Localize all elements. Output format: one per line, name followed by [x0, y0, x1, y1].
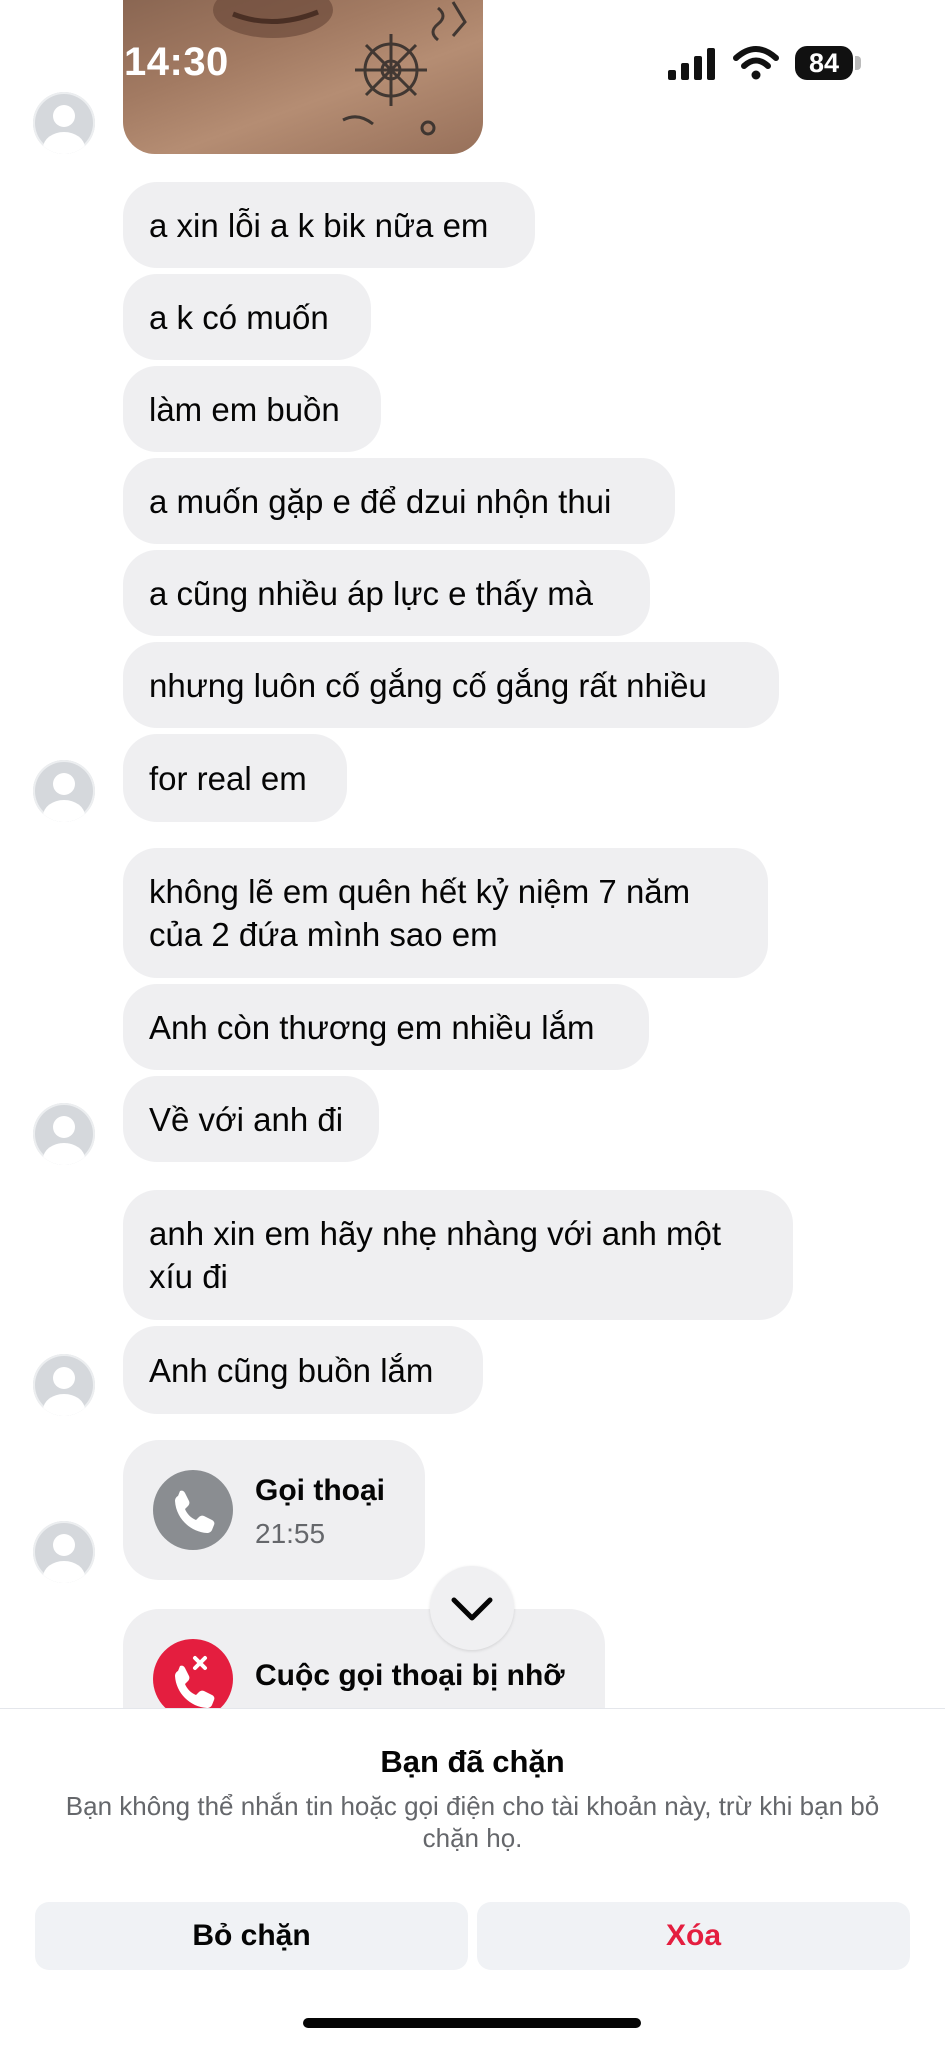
- delete-button[interactable]: Xóa: [477, 1902, 910, 1970]
- avatar[interactable]: [33, 1103, 95, 1165]
- message-bubble[interactable]: nhưng luôn cố gắng cố gắng rất nhiều: [123, 642, 779, 728]
- home-indicator[interactable]: [303, 2018, 641, 2028]
- default-avatar-icon: [43, 1116, 85, 1165]
- message-bubble[interactable]: Về với anh đi: [123, 1076, 379, 1162]
- signal-icon: [668, 48, 715, 80]
- scroll-down-button[interactable]: [430, 1566, 514, 1650]
- message-bubble[interactable]: a xin lỗi a k bik nữa em: [123, 182, 535, 268]
- battery-cap: [855, 56, 861, 70]
- message-bubble[interactable]: Anh cũng buồn lắm: [123, 1326, 483, 1414]
- blocked-title: Bạn đã chặn: [380, 1744, 565, 1779]
- blocked-description: Bạn không thể nhắn tin hoặc gọi điện cho…: [65, 1791, 880, 1853]
- avatar[interactable]: [33, 92, 95, 154]
- message-bubble[interactable]: a muốn gặp e để dzui nhộn thui: [123, 458, 675, 544]
- call-time: 21:55: [255, 1518, 326, 1549]
- default-avatar-icon: [43, 105, 85, 154]
- avatar[interactable]: [33, 1521, 95, 1583]
- default-avatar-icon: [43, 773, 85, 822]
- missed-call-title: Cuộc gọi thoại bị nhỡ: [255, 1659, 565, 1692]
- battery-indicator: 84: [795, 46, 853, 80]
- avatar[interactable]: [33, 1354, 95, 1416]
- call-title: Gọi thoại: [255, 1474, 385, 1507]
- unblock-button[interactable]: Bỏ chặn: [35, 1902, 468, 1970]
- missed-call-icon: [153, 1639, 233, 1719]
- message-bubble[interactable]: làm em buồn: [123, 366, 381, 452]
- message-bubble[interactable]: a cũng nhiều áp lực e thấy mà: [123, 550, 650, 636]
- avatar[interactable]: [33, 760, 95, 822]
- message-bubble[interactable]: Anh còn thương em nhiều lắm: [123, 984, 649, 1070]
- phone-icon: [153, 1470, 233, 1550]
- message-bubble[interactable]: a k có muốn: [123, 274, 371, 360]
- message-bubble[interactable]: không lẽ em quên hết kỷ niệm 7 năm của 2…: [123, 848, 768, 978]
- default-avatar-icon: [43, 1534, 85, 1583]
- chevron-down-icon: [451, 1597, 493, 1621]
- default-avatar-icon: [43, 1367, 85, 1416]
- wifi-icon: [733, 46, 779, 80]
- message-bubble[interactable]: for real em: [123, 734, 347, 822]
- voice-call-card[interactable]: Gọi thoại 21:55: [123, 1440, 425, 1580]
- message-bubble[interactable]: anh xin em hãy nhẹ nhàng với anh một xíu…: [123, 1190, 793, 1320]
- status-time: 14:30: [124, 40, 229, 84]
